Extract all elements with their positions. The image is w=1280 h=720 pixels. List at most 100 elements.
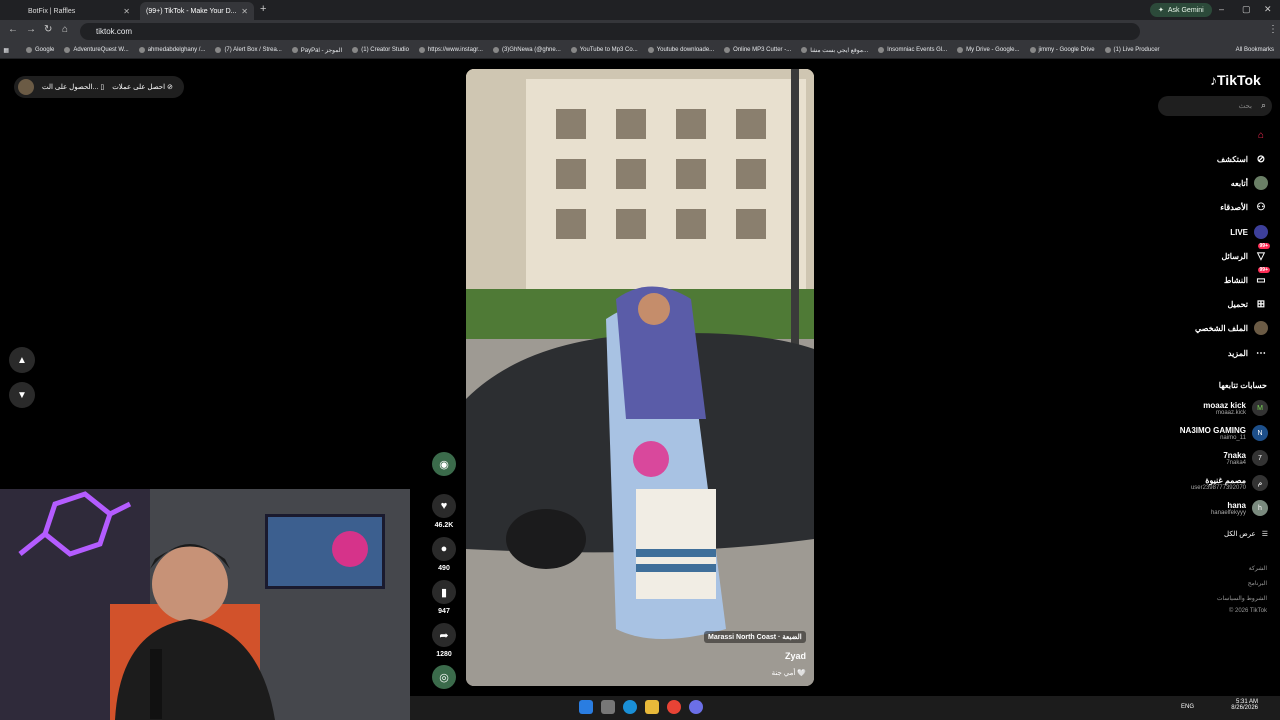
edge-icon[interactable] <box>623 700 637 714</box>
following-account[interactable]: NA3IMO GAMING naimo_11 N <box>1180 425 1268 441</box>
language-indicator[interactable]: ENG <box>1181 704 1194 710</box>
video-caption: أمي جنة 🤍 <box>771 670 806 677</box>
ask-gemini-label: Ask Gemini <box>1167 6 1204 14</box>
reload-icon[interactable]: ↻ <box>44 24 52 35</box>
bookmark-item[interactable]: Google <box>26 47 54 53</box>
location-tag[interactable]: Marassi North Coast · الضبعة <box>704 631 806 643</box>
menu-icon[interactable]: ⋮ <box>1268 24 1278 35</box>
bookmark-item[interactable]: jimmy - Google Drive <box>1029 47 1095 53</box>
following-account[interactable]: hana hanaelfekyyy h <box>1211 500 1268 516</box>
bookmark-item[interactable]: ahmedabdelghany /... <box>138 47 205 53</box>
save-button[interactable]: ▮ 947 <box>432 580 456 615</box>
address-bar[interactable]: tiktok.com <box>80 23 1140 40</box>
start-icon[interactable] <box>579 700 593 714</box>
footer-terms[interactable]: الشروط والسياسات <box>1217 595 1267 602</box>
tab-botfix[interactable]: BotFix | Raffles ✕ <box>22 2 136 20</box>
previous-video-button[interactable]: ▲ <box>9 347 35 373</box>
task-view-icon[interactable] <box>601 700 615 714</box>
new-tab-button[interactable]: + <box>260 3 266 15</box>
share-count: 1280 <box>436 651 452 658</box>
bookmark-item[interactable]: https://www.instagr... <box>418 47 483 53</box>
bookmark-item[interactable]: Online MP3 Cutter -... <box>724 47 791 53</box>
nav-profile[interactable]: الملف الشخصي <box>1195 321 1268 335</box>
footer-company[interactable]: الشركة <box>1249 565 1267 572</box>
chrome-icon[interactable] <box>667 700 681 714</box>
chevron-down-icon: ▼ <box>17 389 27 401</box>
following-account[interactable]: 7naka 7naka4 7 <box>1223 450 1268 466</box>
bookmark-item[interactable]: (7) Alert Box / Strea... <box>215 47 282 53</box>
bookmark-item[interactable]: Insomniac Events Gl... <box>878 47 947 53</box>
bookmark-item[interactable]: PayPal - الموجز <box>291 47 342 54</box>
minimize-icon[interactable]: – <box>1219 4 1224 14</box>
forward-icon[interactable]: → <box>26 24 36 35</box>
nav-messages[interactable]: الرسائل ▽ 99+ <box>1222 243 1270 263</box>
maximize-icon[interactable]: ▢ <box>1242 4 1251 15</box>
nav-friends[interactable]: الأصدقاء ⚇ <box>1220 200 1268 214</box>
nav-activity[interactable]: النشاط ▭ 99+ <box>1224 267 1270 287</box>
profile-icon <box>1254 321 1268 335</box>
footer-copyright: © 2026 TikTok <box>1228 608 1267 614</box>
get-coins-link[interactable]: احصل على عملات ⊘ <box>112 83 173 91</box>
live-icon <box>1254 225 1268 239</box>
ask-gemini-button[interactable]: ✦ Ask Gemini <box>1150 3 1212 17</box>
following-account[interactable]: moaaz kick moaaz.kick M <box>1203 400 1268 416</box>
bookmark-item[interactable]: Youtube downloade... <box>647 47 714 53</box>
avatar: M <box>1252 400 1268 416</box>
get-app-link[interactable]: الحصول على الت... ▯ <box>42 83 104 91</box>
nav-upload[interactable]: تحميل ⊞ <box>1228 297 1269 311</box>
nav-live[interactable]: LIVE <box>1230 225 1268 239</box>
video-frame <box>466 69 814 686</box>
tiktok-logo[interactable]: ♪TikTok <box>1210 72 1261 88</box>
nav-explore[interactable]: استكشف ⊘ <box>1217 152 1268 166</box>
following-account[interactable]: مصمم غنيوة user2398777392070 م <box>1191 475 1268 491</box>
bookmark-item[interactable]: YouTube to Mp3 Co... <box>570 47 638 53</box>
search-input[interactable]: بحث ⌕ <box>1158 96 1272 116</box>
file-explorer-icon[interactable] <box>645 700 659 714</box>
close-icon[interactable]: ✕ <box>123 7 130 16</box>
share-button[interactable]: ➦ 1280 <box>432 623 456 658</box>
next-video-button[interactable]: ▼ <box>9 382 35 408</box>
comment-button[interactable]: ● 490 <box>432 537 456 572</box>
tab-title: (99+) TikTok - Make Your D... <box>146 7 237 15</box>
friends-icon: ⚇ <box>1256 201 1266 213</box>
nav-home[interactable]: ⌂ <box>1248 128 1268 142</box>
bookmark-item[interactable]: (1) Creator Studio <box>352 47 409 53</box>
avatar[interactable] <box>18 79 34 95</box>
more-icon: ⋯ <box>1256 347 1266 359</box>
nav-following[interactable]: أتابعه <box>1231 176 1268 190</box>
all-bookmarks[interactable]: All Bookmarks <box>1236 47 1274 53</box>
clock[interactable]: 5:31 AM 8/26/2026 <box>1222 699 1258 711</box>
video-player[interactable]: Marassi North Coast · الضبعة Zyad أمي جن… <box>466 69 814 686</box>
bookmark-item[interactable]: My Drive - Google... <box>957 47 1020 53</box>
bookmark-item[interactable]: AdventureQuest W... <box>64 47 129 53</box>
following-section-title: حسابات تتابعها <box>1218 381 1267 390</box>
tiktok-icon: ♪ <box>1210 72 1217 88</box>
discord-icon[interactable] <box>689 700 703 714</box>
like-button[interactable]: ♥ 46.2K <box>432 494 456 529</box>
like-count: 46.2K <box>434 522 454 529</box>
bookmark-icon: ▮ <box>432 580 456 604</box>
home-icon: ⌂ <box>1257 129 1265 141</box>
tab-tiktok[interactable]: (99+) TikTok - Make Your D... ✕ <box>140 2 254 20</box>
activity-badge: 99+ <box>1257 267 1270 273</box>
nav-more[interactable]: المزيد ⋯ <box>1228 346 1268 360</box>
video-author[interactable]: Zyad <box>785 651 806 661</box>
bookmark-item[interactable]: (3)GhNewa (@ghne... <box>492 47 561 53</box>
avatar: h <box>1252 500 1268 516</box>
author-avatar[interactable]: ◉ <box>432 452 456 476</box>
close-window-icon[interactable]: ✕ <box>1264 4 1272 15</box>
windows-taskbar <box>410 696 1280 720</box>
bookmark-item[interactable]: موقع ايجي بست مشا... <box>801 47 868 54</box>
music-disc[interactable]: ◎ <box>432 665 456 689</box>
home-button-icon[interactable]: ⌂ <box>62 24 68 35</box>
chevron-up-icon: ▲ <box>17 354 27 366</box>
messages-icon: ▽ 99+ <box>1257 243 1270 262</box>
bookmark-item[interactable]: (1) Live Producer <box>1104 47 1160 53</box>
close-icon[interactable]: ✕ <box>241 7 248 16</box>
back-icon[interactable]: ← <box>8 24 18 35</box>
compass-icon: ⊘ <box>1256 153 1266 165</box>
apps-icon[interactable]: ▦ <box>0 47 26 54</box>
footer-program[interactable]: البرنامج <box>1248 580 1267 587</box>
see-all-link[interactable]: عرض الكل ☰ <box>1224 530 1268 538</box>
gemini-icon: ✦ <box>1158 7 1164 14</box>
